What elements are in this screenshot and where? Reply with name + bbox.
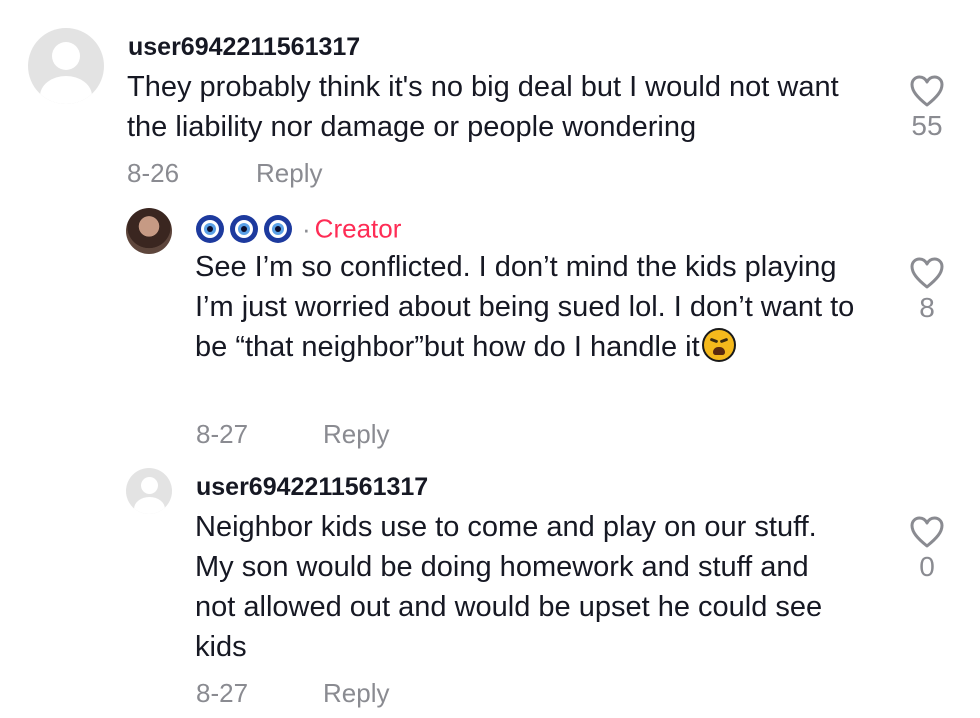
comment-date: 8-27 [196,419,249,449]
creator-name-line[interactable]: · Creator [196,212,401,245]
comment-date: 8-26 [127,158,180,188]
comment-text: Neighbor kids use to come and play on ou… [195,511,823,663]
like-count: 8 [919,292,935,323]
reply-button[interactable]: Reply [256,158,322,189]
nazar-amulet-icon [264,215,292,244]
like-count: 55 [911,110,943,141]
heart-outline-icon [910,75,944,107]
avatar[interactable] [126,208,172,254]
comment-username[interactable]: user6942211561317 [128,33,360,62]
comment-2-reply: · Creator See I’m so conflicted. I don’t … [0,200,980,460]
reply-button[interactable]: Reply [323,419,389,450]
comment-3-reply: user6942211561317 Neighbor kids use to c… [0,460,980,718]
default-avatar-shoulders [40,76,92,104]
comment-meta: 8-27 Reply [196,419,389,450]
weary-face-icon [701,328,736,362]
default-avatar-shoulders [134,497,165,514]
comment-text-body: See I’m so conflicted. I don’t mind the … [195,251,855,363]
like-button[interactable]: 8 [902,256,952,324]
heart-outline-icon [910,257,944,289]
comment-username[interactable]: user6942211561317 [196,473,428,502]
default-avatar-head [52,42,80,70]
separator-dot: · [302,213,311,244]
avatar[interactable] [28,28,104,104]
heart-outline-icon [910,516,944,548]
comment-meta: 8-27 Reply [196,678,389,709]
comment-text: See I’m so conflicted. I don’t mind the … [195,247,855,367]
like-button[interactable]: 0 [902,515,952,583]
reply-button[interactable]: Reply [323,678,389,709]
avatar[interactable] [126,468,172,514]
comment-text: They probably think it's no big deal but… [127,71,839,143]
comment-date: 8-27 [196,678,249,708]
comment-1: user6942211561317 They probably think it… [0,0,980,200]
nazar-amulet-icon [196,215,224,244]
like-count: 0 [919,551,935,582]
nazar-amulet-icon [230,215,258,244]
like-button[interactable]: 55 [902,74,952,142]
comment-meta: 8-26 Reply [127,158,322,189]
default-avatar-head [141,477,158,494]
creator-badge: Creator [314,213,402,244]
